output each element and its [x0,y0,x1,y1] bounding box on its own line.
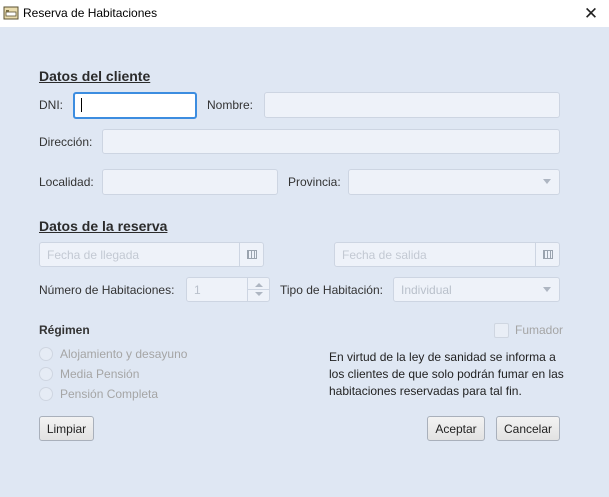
radio-label: Pensión Completa [60,387,159,401]
dni-label: DNI: [39,98,63,112]
nombre-field[interactable] [264,92,560,118]
radio-button[interactable] [39,367,53,381]
radio-option-media-pension[interactable]: Media Pensión [39,366,139,382]
calendar-icon [542,250,553,259]
spinner-down-icon[interactable] [255,292,263,296]
localidad-field[interactable] [102,169,278,195]
fecha-salida-picker[interactable]: Fecha de salida [334,242,560,267]
direccion-field[interactable] [102,129,560,154]
radio-option-pension-completa[interactable]: Pensión Completa [39,386,158,402]
direccion-label: Dirección: [39,135,93,149]
fumador-checkbox[interactable] [494,322,509,338]
provincia-label: Provincia: [288,175,341,189]
radio-button[interactable] [39,347,53,361]
nombre-label: Nombre: [207,98,254,112]
hotel-bed-icon [3,6,19,20]
calendar-icon [246,250,257,259]
close-icon: ✕ [583,3,599,23]
fecha-llegada-picker[interactable]: Fecha de llegada [39,242,264,267]
info-line: En virtud de la ley de sanidad se inform… [329,350,556,364]
num-habitaciones-spinner[interactable]: 1 [186,277,270,302]
radio-label: Alojamiento y desayuno [60,347,188,361]
section-title-reserva: Datos de la reserva [39,218,168,234]
fecha-llegada-placeholder: Fecha de llegada [47,248,140,262]
fecha-salida-calendar-button[interactable] [535,243,559,266]
localidad-label: Localidad: [39,175,94,189]
limpiar-button[interactable]: Limpiar [39,416,94,441]
fumador-checkbox-row[interactable]: Fumador [494,322,563,338]
chevron-down-icon [543,287,551,292]
regimen-title: Régimen [39,323,90,337]
provincia-combo[interactable] [348,169,560,195]
text-caret [81,98,82,112]
num-habitaciones-value: 1 [194,283,201,297]
spinner-buttons[interactable] [247,278,269,301]
info-line: habitaciones reservadas para tal fin. [329,384,522,398]
form-panel: Datos del cliente DNI: Nombre: Dirección… [0,27,609,497]
tipo-habitacion-value: Individual [401,283,452,297]
radio-button[interactable] [39,387,53,401]
fecha-salida-placeholder: Fecha de salida [342,248,427,262]
tipo-habitacion-combo[interactable]: Individual [393,277,560,302]
chevron-down-icon [543,179,551,184]
title-bar: Reserva de Habitaciones ✕ [0,0,609,27]
radio-label: Media Pensión [60,367,140,381]
dni-field[interactable] [73,92,197,119]
num-habitaciones-label: Número de Habitaciones: [39,283,175,297]
spinner-up-icon[interactable] [255,283,263,287]
info-line: los clientes de que solo podrán fumar en… [329,367,564,381]
cancelar-button[interactable]: Cancelar [496,416,560,441]
spinner-divider [248,289,269,290]
aceptar-button[interactable]: Aceptar [427,416,485,441]
fumador-label: Fumador [515,323,564,337]
window-title: Reserva de Habitaciones [23,6,158,20]
radio-option-alojamiento[interactable]: Alojamiento y desayuno [39,346,187,362]
tipo-habitacion-label: Tipo de Habitación: [280,283,383,297]
section-title-cliente: Datos del cliente [39,68,151,84]
close-button[interactable]: ✕ [573,0,609,27]
fumador-info-text: En virtud de la ley de sanidad se inform… [329,349,569,400]
fecha-llegada-calendar-button[interactable] [239,243,263,266]
